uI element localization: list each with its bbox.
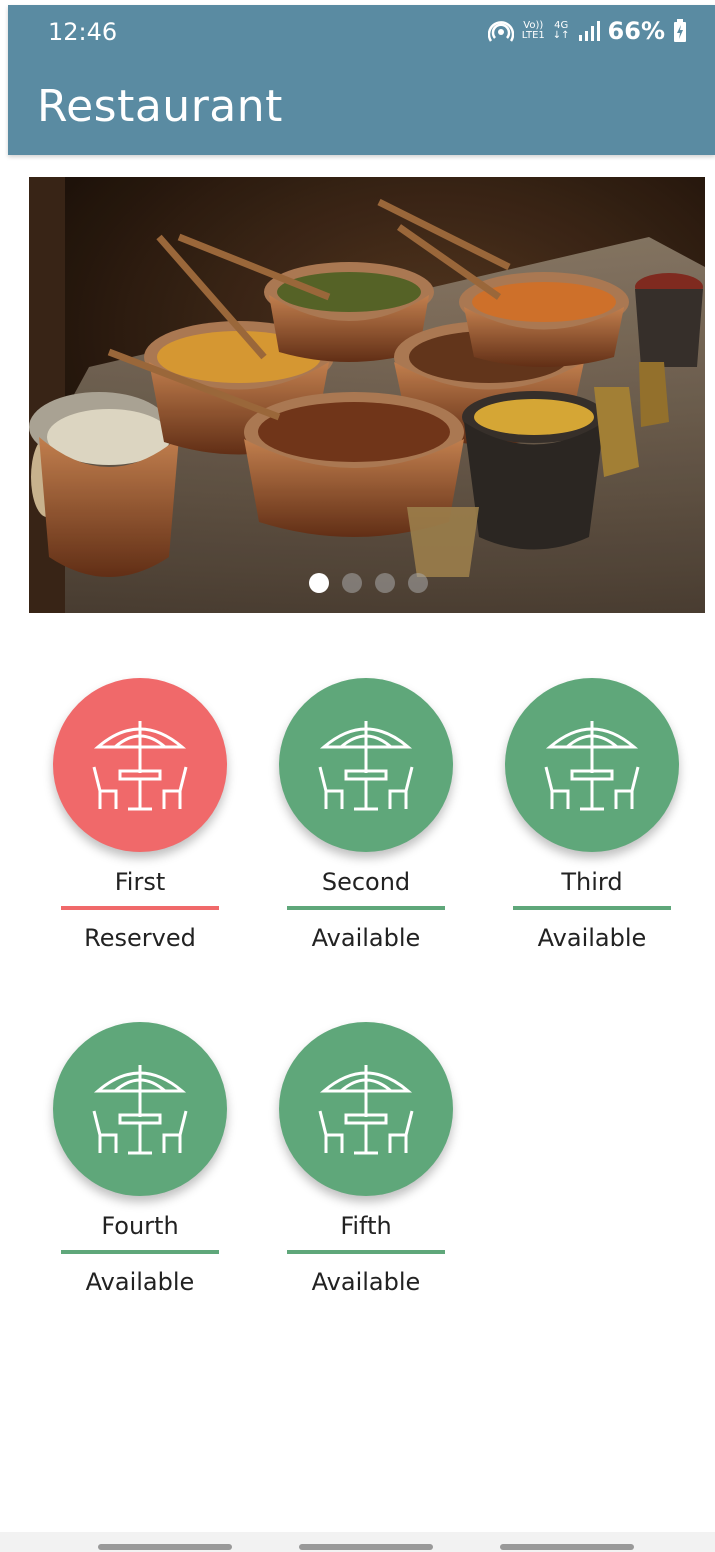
- status-icons: Vo)) LTE1 4G ↓↑ 66%: [487, 17, 687, 45]
- table-status: Available: [311, 1268, 421, 1296]
- carousel-dot-2[interactable]: [342, 573, 362, 593]
- table-card-first[interactable]: First Reserved: [50, 678, 230, 952]
- table-button-fifth[interactable]: [279, 1022, 453, 1196]
- table-button-first[interactable]: [53, 678, 227, 852]
- status-divider: [287, 1250, 445, 1254]
- restaurant-table-icon: [544, 721, 640, 811]
- nav-recents-handle[interactable]: [500, 1544, 634, 1550]
- status-divider: [61, 906, 219, 910]
- table-name: Fifth: [340, 1212, 392, 1240]
- table-button-fourth[interactable]: [53, 1022, 227, 1196]
- table-name: Second: [321, 868, 411, 896]
- table-card-third[interactable]: Third Available: [502, 678, 682, 952]
- status-divider: [287, 906, 445, 910]
- restaurant-table-icon: [318, 1065, 414, 1155]
- status-divider: [61, 1250, 219, 1254]
- carousel-dot-3[interactable]: [375, 573, 395, 593]
- status-time: 12:46: [48, 18, 118, 46]
- table-name: Third: [561, 868, 623, 896]
- table-button-third[interactable]: [505, 678, 679, 852]
- table-name: Fourth: [101, 1212, 179, 1240]
- hotspot-icon: [487, 21, 514, 42]
- carousel-dot-1[interactable]: [309, 573, 329, 593]
- table-button-second[interactable]: [279, 678, 453, 852]
- table-status: Available: [311, 924, 421, 952]
- restaurant-table-icon: [92, 1065, 188, 1155]
- signal-icon: [578, 21, 600, 41]
- status-bar: 12:46 Vo)) LTE1 4G ↓↑ 66%: [8, 5, 715, 61]
- table-status: Available: [85, 1268, 195, 1296]
- nav-home-handle[interactable]: [299, 1544, 433, 1550]
- table-status: Available: [537, 924, 647, 952]
- food-image: [29, 177, 705, 613]
- carousel-indicator: [309, 573, 428, 593]
- volte-indicator: Vo)) LTE1: [522, 21, 545, 41]
- table-card-fifth[interactable]: Fifth Available: [276, 1022, 456, 1296]
- carousel-dot-4[interactable]: [408, 573, 428, 593]
- table-card-second[interactable]: Second Available: [276, 678, 456, 952]
- app-bar: 12:46 Vo)) LTE1 4G ↓↑ 66% Restaurant: [8, 5, 715, 155]
- nav-back-handle[interactable]: [98, 1544, 232, 1550]
- food-image-carousel[interactable]: [29, 177, 705, 613]
- status-divider: [513, 906, 671, 910]
- table-card-fourth[interactable]: Fourth Available: [50, 1022, 230, 1296]
- restaurant-table-icon: [92, 721, 188, 811]
- table-status: Reserved: [84, 924, 196, 952]
- battery-charging-icon: [674, 19, 686, 42]
- volte-text: Vo)) LTE1: [521, 20, 545, 41]
- page-title: Restaurant: [37, 81, 283, 132]
- network-type-label: 4G: [554, 20, 569, 31]
- screen-edge: [0, 0, 8, 1552]
- restaurant-table-icon: [318, 721, 414, 811]
- table-name: First: [114, 868, 166, 896]
- battery-percent: 66%: [607, 17, 665, 45]
- network-type: 4G ↓↑: [552, 20, 570, 41]
